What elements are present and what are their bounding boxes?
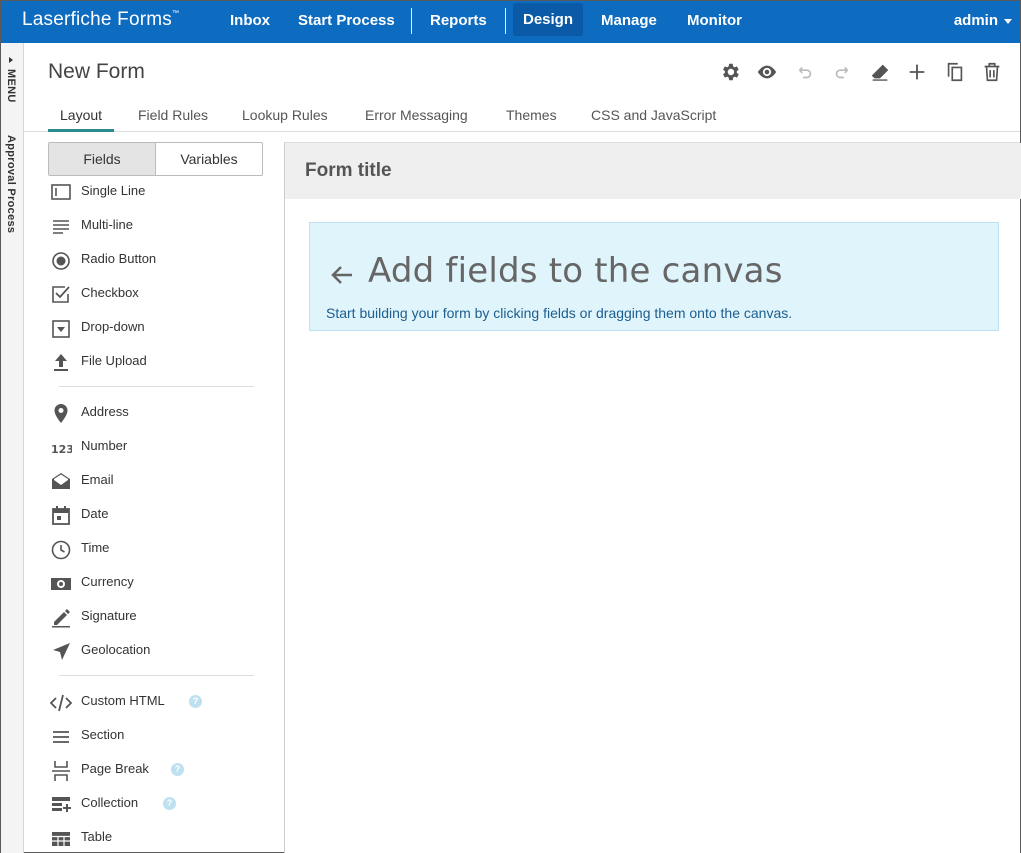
clock-icon [51, 540, 71, 560]
page-break-icon [52, 761, 70, 781]
code-icon [50, 694, 72, 712]
eraser-icon[interactable] [869, 61, 891, 83]
map-pin-icon [54, 404, 68, 423]
upload-icon [54, 354, 68, 371]
tab-field-rules[interactable]: Field Rules [126, 99, 220, 132]
trash-icon[interactable] [981, 61, 1003, 83]
hint-title: Add fields to the canvas [368, 251, 783, 291]
top-nav: Laserfiche Forms™ Inbox Start Process Re… [1, 1, 1020, 43]
field-multi-line[interactable]: Multi-line [50, 214, 260, 238]
email-icon [52, 473, 70, 489]
nav-design[interactable]: Design [513, 3, 584, 36]
field-number[interactable]: 123 Number [50, 435, 260, 459]
collection-icon [52, 797, 71, 812]
designer-tabs: Layout Field Rules Lookup Rules Error Me… [24, 99, 1020, 132]
number-icon: 123 [51, 443, 72, 456]
empty-canvas-hint: Add fields to the canvas Start building … [309, 222, 999, 331]
single-line-icon [51, 184, 71, 200]
tab-layout[interactable]: Layout [48, 99, 115, 132]
checkbox-icon [52, 286, 70, 303]
field-custom-html[interactable]: Custom HTML [50, 690, 260, 714]
menu-label[interactable]: MENU [5, 69, 17, 103]
table-icon [52, 832, 70, 846]
radio-icon [52, 252, 70, 270]
copy-icon[interactable] [944, 61, 966, 83]
nav-reports[interactable]: Reports [420, 1, 497, 43]
nav-monitor[interactable]: Monitor [677, 1, 752, 43]
field-signature[interactable]: Signature [50, 605, 260, 629]
plus-icon[interactable] [906, 61, 928, 83]
field-currency[interactable]: Currency [50, 571, 260, 595]
field-address[interactable]: Address [50, 401, 260, 425]
nav-separator [505, 8, 506, 34]
arrow-left-icon [331, 266, 352, 284]
tab-css-javascript[interactable]: CSS and JavaScript [579, 99, 728, 132]
tab-lookup-rules[interactable]: Lookup Rules [230, 99, 340, 132]
form-canvas[interactable]: Form title Add fields to the canvas Star… [284, 142, 1021, 853]
nav-start-process[interactable]: Start Process [288, 1, 405, 43]
field-section[interactable]: Section [50, 724, 260, 748]
brand-logo[interactable]: Laserfiche Forms™ [22, 9, 179, 31]
section-icon [53, 731, 69, 743]
field-checkbox[interactable]: Checkbox [50, 282, 260, 306]
svg-text:123: 123 [51, 443, 72, 456]
variables-toggle-button[interactable]: Variables [156, 143, 262, 175]
side-menu-strip[interactable]: MENU Approval Process [1, 43, 24, 853]
dropdown-icon [52, 320, 70, 338]
divider [59, 386, 254, 387]
tab-error-messaging[interactable]: Error Messaging [353, 99, 480, 132]
fields-toggle-button[interactable]: Fields [49, 143, 156, 175]
field-page-break[interactable]: Page Break [50, 758, 260, 782]
hint-subtitle: Start building your form by clicking fie… [326, 305, 793, 321]
field-table[interactable]: Table [50, 826, 260, 850]
currency-icon [51, 578, 71, 590]
field-collection[interactable]: Collection [50, 792, 260, 816]
location-arrow-icon [53, 643, 70, 660]
tab-themes[interactable]: Themes [494, 99, 569, 132]
process-name: Approval Process [5, 135, 17, 234]
form-title[interactable]: Form title [305, 160, 392, 182]
field-file-upload[interactable]: File Upload [50, 350, 260, 374]
help-icon[interactable]: ? [189, 695, 202, 708]
help-icon[interactable]: ? [171, 763, 184, 776]
fields-variables-toggle: Fields Variables [48, 142, 263, 176]
user-menu[interactable]: admin [954, 1, 1012, 43]
nav-manage[interactable]: Manage [591, 1, 667, 43]
redo-icon[interactable] [831, 61, 853, 83]
multi-line-icon [53, 220, 69, 234]
field-email[interactable]: Email [50, 469, 260, 493]
form-title-bar[interactable]: Form title [285, 143, 1021, 199]
undo-icon[interactable] [794, 61, 816, 83]
field-radio-button[interactable]: Radio Button [50, 248, 260, 272]
field-time[interactable]: Time [50, 537, 260, 561]
pen-icon [52, 609, 70, 628]
gear-icon[interactable] [719, 61, 741, 83]
nav-inbox[interactable]: Inbox [220, 1, 280, 43]
field-drop-down[interactable]: Drop-down [50, 316, 260, 340]
expand-arrow-icon[interactable] [9, 57, 13, 63]
eye-icon[interactable] [756, 61, 778, 83]
field-geolocation[interactable]: Geolocation [50, 639, 260, 663]
nav-separator [411, 8, 412, 34]
calendar-icon [52, 506, 70, 525]
caret-down-icon [1004, 18, 1012, 24]
help-icon[interactable]: ? [163, 797, 176, 810]
field-single-line[interactable]: Single Line [50, 180, 260, 204]
page-title: New Form [48, 60, 145, 83]
field-date[interactable]: Date [50, 503, 260, 527]
divider [59, 675, 254, 676]
